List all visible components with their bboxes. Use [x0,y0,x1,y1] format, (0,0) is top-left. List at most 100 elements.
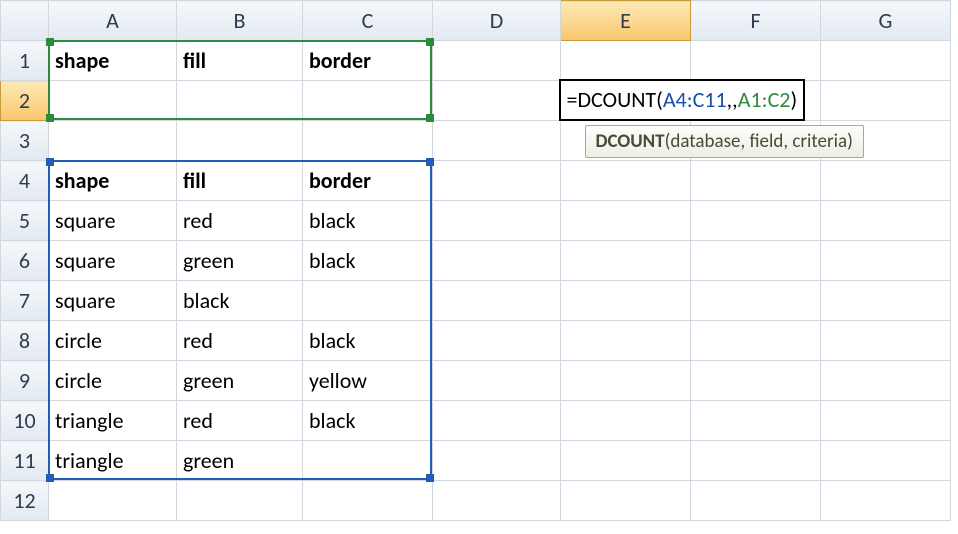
cell-E8[interactable] [561,321,691,361]
range-handle[interactable] [426,114,434,122]
cell-C10[interactable]: black [303,401,433,441]
cell-B7[interactable]: black [177,281,303,321]
cell-D4[interactable] [433,161,561,201]
cell-D11[interactable] [433,441,561,481]
cell-G2[interactable] [821,81,951,121]
cell-B12[interactable] [177,481,303,521]
cell-B3[interactable] [177,121,303,161]
range-handle[interactable] [46,158,54,166]
cell-E1[interactable] [561,41,691,81]
cell-G5[interactable] [821,201,951,241]
col-header-D[interactable]: D [433,1,561,41]
cell-D3[interactable] [433,121,561,161]
cell-E7[interactable] [561,281,691,321]
col-header-B[interactable]: B [177,1,303,41]
col-header-C[interactable]: C [303,1,433,41]
cell-C12[interactable] [303,481,433,521]
cell-G8[interactable] [821,321,951,361]
cell-C1[interactable]: border [303,41,433,81]
row-header-4[interactable]: 4 [1,161,49,201]
cell-A10[interactable]: triangle [49,401,177,441]
cell-F11[interactable] [691,441,821,481]
cell-D6[interactable] [433,241,561,281]
row-header-7[interactable]: 7 [1,281,49,321]
cell-D10[interactable] [433,401,561,441]
row-header-9[interactable]: 9 [1,361,49,401]
cell-A12[interactable] [49,481,177,521]
cell-E10[interactable] [561,401,691,441]
cell-F7[interactable] [691,281,821,321]
cell-E9[interactable] [561,361,691,401]
cell-F4[interactable] [691,161,821,201]
cell-B11[interactable]: green [177,441,303,481]
row-header-10[interactable]: 10 [1,401,49,441]
cell-C2[interactable] [303,81,433,121]
cell-F1[interactable] [691,41,821,81]
row-header-6[interactable]: 6 [1,241,49,281]
col-header-A[interactable]: A [49,1,177,41]
cell-F6[interactable] [691,241,821,281]
cell-A3[interactable] [49,121,177,161]
cell-G10[interactable] [821,401,951,441]
row-header-1[interactable]: 1 [1,41,49,81]
spreadsheet-grid[interactable]: A B C D E F G 1shapefillborder234shapefi… [0,0,951,521]
range-handle[interactable] [46,474,54,482]
cell-A9[interactable]: circle [49,361,177,401]
cell-A8[interactable]: circle [49,321,177,361]
cell-E5[interactable] [561,201,691,241]
cell-G4[interactable] [821,161,951,201]
cell-D1[interactable] [433,41,561,81]
col-header-G[interactable]: G [821,1,951,41]
cell-B5[interactable]: red [177,201,303,241]
cell-G6[interactable] [821,241,951,281]
range-handle[interactable] [46,38,54,46]
cell-B2[interactable] [177,81,303,121]
cell-D5[interactable] [433,201,561,241]
cell-G11[interactable] [821,441,951,481]
col-header-E[interactable]: E [561,1,691,41]
cell-B8[interactable]: red [177,321,303,361]
cell-C9[interactable]: yellow [303,361,433,401]
select-all-corner[interactable] [1,1,49,41]
row-header-8[interactable]: 8 [1,321,49,361]
cell-G9[interactable] [821,361,951,401]
cell-C8[interactable]: black [303,321,433,361]
cell-C7[interactable] [303,281,433,321]
row-header-11[interactable]: 11 [1,441,49,481]
cell-F12[interactable] [691,481,821,521]
row-header-3[interactable]: 3 [1,121,49,161]
cell-F8[interactable] [691,321,821,361]
range-handle[interactable] [426,474,434,482]
cell-A7[interactable]: square [49,281,177,321]
cell-A5[interactable]: square [49,201,177,241]
range-handle[interactable] [46,114,54,122]
cell-E12[interactable] [561,481,691,521]
row-header-12[interactable]: 12 [1,481,49,521]
cell-E6[interactable] [561,241,691,281]
range-handle[interactable] [426,38,434,46]
cell-B9[interactable]: green [177,361,303,401]
cell-C11[interactable] [303,441,433,481]
cell-A4[interactable]: shape [49,161,177,201]
cell-B4[interactable]: fill [177,161,303,201]
cell-F10[interactable] [691,401,821,441]
cell-F9[interactable] [691,361,821,401]
cell-D9[interactable] [433,361,561,401]
cell-D8[interactable] [433,321,561,361]
cell-B10[interactable]: red [177,401,303,441]
row-header-5[interactable]: 5 [1,201,49,241]
active-cell-editor[interactable]: =DCOUNT(A4:C11,,A1:C2) [559,79,806,121]
cell-C4[interactable]: border [303,161,433,201]
cell-F5[interactable] [691,201,821,241]
formula-tooltip[interactable]: DCOUNT(database, field, criteria) [585,125,864,158]
range-handle[interactable] [426,158,434,166]
cell-B6[interactable]: green [177,241,303,281]
cell-E4[interactable] [561,161,691,201]
cell-C6[interactable]: black [303,241,433,281]
cell-D12[interactable] [433,481,561,521]
cell-A6[interactable]: square [49,241,177,281]
cell-D7[interactable] [433,281,561,321]
cell-G1[interactable] [821,41,951,81]
cell-G12[interactable] [821,481,951,521]
cell-B1[interactable]: fill [177,41,303,81]
